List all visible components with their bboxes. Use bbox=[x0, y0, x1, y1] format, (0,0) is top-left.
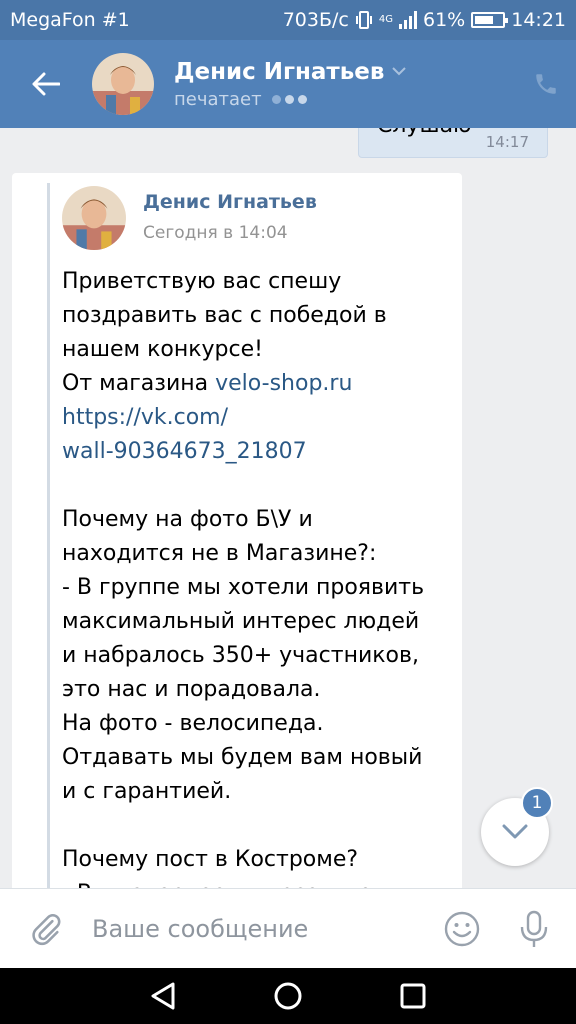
message-line: это нас и порадовала. bbox=[62, 677, 321, 702]
status-indicators: 703Б/с 4G 61% 14:21 bbox=[283, 9, 566, 31]
network-type-label: 4G bbox=[378, 14, 393, 25]
incoming-message[interactable]: Денис Игнатьев Сегодня в 14:04 Приветств… bbox=[12, 173, 462, 888]
message-line: На фото - велосипеда. bbox=[62, 711, 324, 736]
call-button[interactable] bbox=[516, 40, 576, 128]
forwarded-date: Сегодня в 14:04 bbox=[143, 223, 288, 243]
message-line: - В группе мы хотели проявить bbox=[62, 575, 425, 600]
message-line-prefix: От магазина bbox=[62, 371, 216, 396]
nav-recents-button[interactable] bbox=[389, 972, 437, 1020]
message-input[interactable] bbox=[92, 914, 442, 943]
chevron-down-icon bbox=[502, 824, 528, 839]
chevron-down-icon bbox=[392, 67, 407, 76]
microphone-icon bbox=[520, 910, 548, 947]
contact-avatar[interactable] bbox=[92, 53, 154, 115]
vk-link-line-2[interactable]: wall-90364673_21807 bbox=[62, 435, 457, 469]
outgoing-message[interactable]: Слушаю 14:17 bbox=[358, 128, 548, 158]
emoji-button[interactable] bbox=[442, 889, 482, 969]
forwarded-author-avatar[interactable] bbox=[62, 186, 126, 250]
battery-icon bbox=[471, 12, 509, 28]
forward-indicator-line bbox=[47, 183, 50, 888]
back-arrow-icon bbox=[32, 72, 60, 96]
message-line: нашем конкурсе! bbox=[62, 337, 263, 362]
square-recents-icon bbox=[400, 983, 426, 1009]
chat-header: Денис Игнатьев печатает bbox=[0, 40, 576, 128]
message-body: Приветствую вас спешу поздравить вас с п… bbox=[62, 265, 457, 888]
battery-percent: 61% bbox=[423, 9, 466, 31]
message-composer bbox=[0, 888, 576, 968]
message-line: Отдавать мы будем вам новый bbox=[62, 745, 423, 770]
vibrate-icon bbox=[355, 11, 372, 29]
message-line: Почему пост в Костроме? bbox=[62, 847, 359, 872]
contact-name: Денис Игнатьев bbox=[174, 58, 385, 85]
phone-icon bbox=[536, 74, 556, 94]
message-time: 14:17 bbox=[485, 133, 529, 151]
typing-dots-icon bbox=[271, 94, 307, 104]
system-navigation-bar bbox=[0, 968, 576, 1024]
typing-status: печатает bbox=[174, 88, 262, 110]
message-line: и с гарантией. bbox=[62, 779, 232, 804]
nav-back-button[interactable] bbox=[139, 972, 187, 1020]
vk-link-line-1[interactable]: https://vk.com/ bbox=[62, 401, 457, 435]
message-line: От магазина velo-shop.ru bbox=[62, 367, 457, 401]
contact-info[interactable]: Денис Игнатьев печатает bbox=[174, 59, 516, 110]
carrier-label: MegaFon #1 bbox=[10, 9, 130, 31]
forwarded-author-name[interactable]: Денис Игнатьев bbox=[143, 191, 317, 213]
message-text: Слушаю bbox=[377, 128, 472, 138]
nav-home-button[interactable] bbox=[264, 972, 312, 1020]
circle-home-icon bbox=[274, 982, 302, 1010]
message-line: максимальный интерес людей bbox=[62, 609, 420, 634]
message-line: находится не в Магазине?: bbox=[62, 541, 377, 566]
message-list[interactable]: Слушаю 14:17 Денис Игнатьев Сегодня в 14… bbox=[0, 128, 576, 888]
unread-count-badge: 1 bbox=[521, 787, 553, 819]
clock: 14:21 bbox=[511, 9, 566, 31]
status-bar: MegaFon #1 703Б/с 4G 61% 14:21 bbox=[0, 0, 576, 40]
message-line: Приветствую вас спешу bbox=[62, 269, 342, 294]
triangle-back-icon bbox=[151, 982, 175, 1010]
smiley-icon bbox=[444, 911, 480, 946]
paperclip-icon bbox=[32, 913, 61, 945]
shop-link[interactable]: velo-shop.ru bbox=[215, 371, 352, 396]
back-button[interactable] bbox=[0, 40, 92, 128]
attach-button[interactable] bbox=[0, 889, 92, 969]
message-line: Почему на фото Б\У и bbox=[62, 507, 313, 532]
signal-icon bbox=[399, 11, 417, 29]
network-speed: 703Б/с bbox=[282, 9, 349, 31]
message-line: и набралось 350+ участников, bbox=[62, 643, 419, 668]
message-line: - Вы наверное в курсе, что bbox=[62, 877, 457, 888]
message-line: поздравить вас с победой в bbox=[62, 303, 387, 328]
voice-message-button[interactable] bbox=[514, 889, 554, 969]
